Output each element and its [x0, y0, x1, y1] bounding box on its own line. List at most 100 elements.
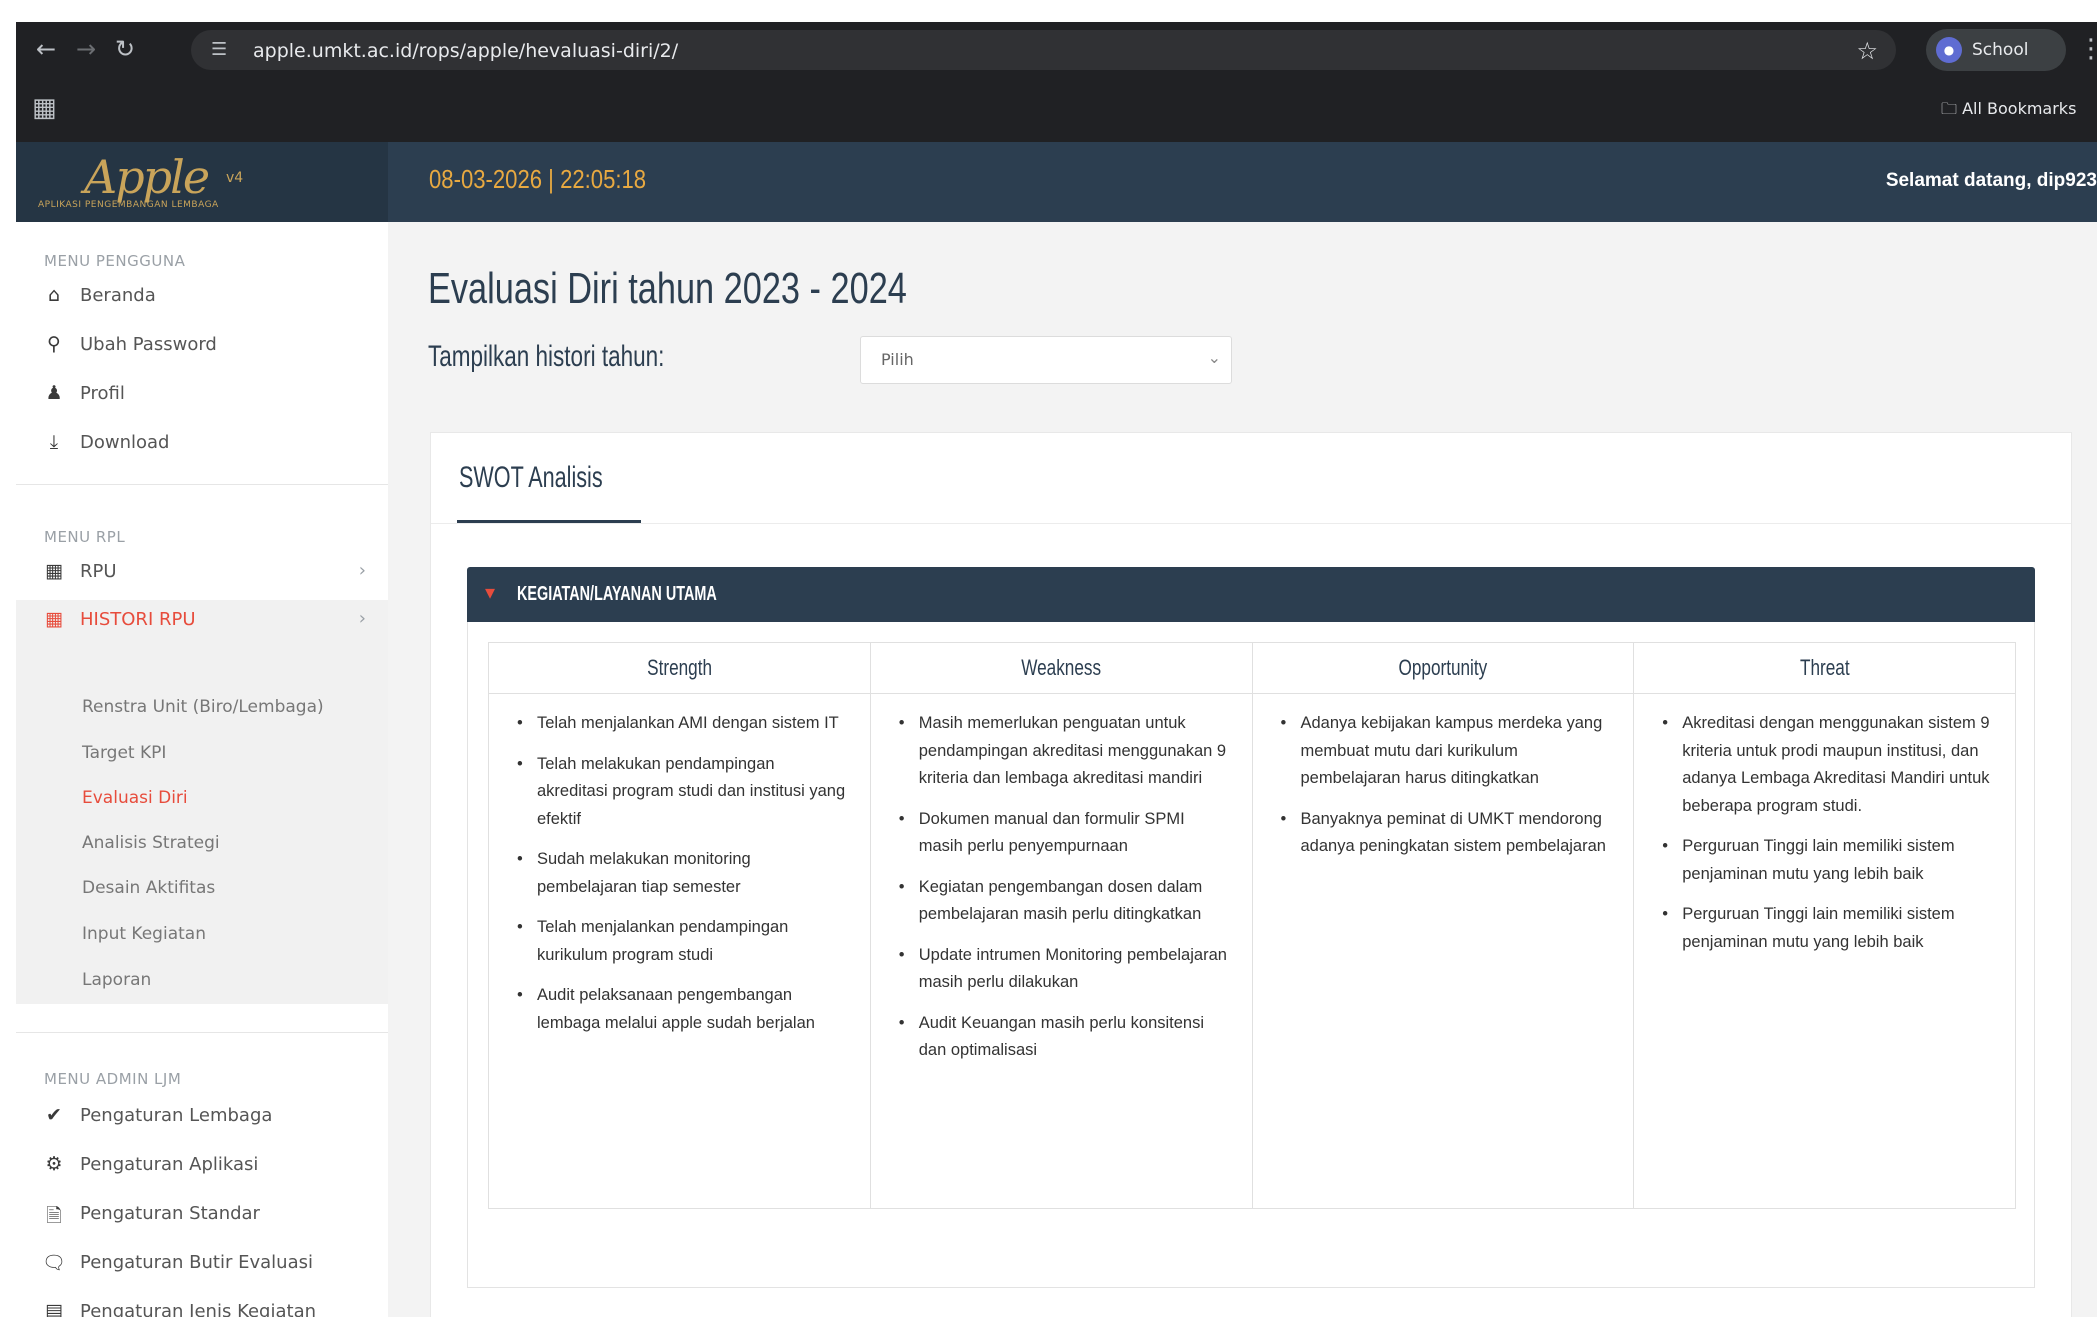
list-item: Update intrumen Monitoring pembelajaran …	[899, 942, 1232, 997]
card-divider	[431, 523, 2071, 524]
list-icon: ▤	[45, 1300, 63, 1317]
profile-label: School	[1972, 40, 2029, 60]
sidebar-item-pengaturan-lembaga[interactable]: ✔ Pengaturan Lembaga	[16, 1096, 388, 1136]
apps-grid-icon[interactable]: ▦	[32, 93, 57, 123]
list-item: Sudah melakukan monitoring pembelajaran …	[517, 846, 850, 901]
sidebar-item-label: Pengaturan Standar	[80, 1203, 260, 1224]
sidebar-item-label: Ubah Password	[80, 334, 217, 355]
sidebar-divider	[16, 1032, 388, 1033]
forward-icon[interactable]: →	[76, 36, 96, 62]
swot-header-label: Threat	[1799, 655, 1850, 680]
back-icon[interactable]: ←	[36, 36, 56, 62]
profile-button[interactable]: ● School	[1926, 29, 2066, 71]
list-item: Banyaknya peminat di UMKT mendorong adan…	[1281, 806, 1614, 861]
swot-list: Telah menjalankan AMI dengan sistem IT T…	[489, 694, 870, 1037]
url-text[interactable]: apple.umkt.ac.id/rops/apple/hevaluasi-di…	[253, 40, 678, 62]
history-year-select[interactable]: Pilih ⌄	[860, 336, 1232, 384]
accordion-header-kegiatan[interactable]: ▾ KEGIATAN/LAYANAN UTAMA	[467, 567, 2035, 622]
list-item: Telah menjalankan pendampingan kurikulum…	[517, 914, 850, 969]
home-icon: ⌂	[47, 284, 61, 306]
bookmark-star-icon[interactable]: ☆	[1856, 37, 1878, 65]
submenu-renstra-unit[interactable]: Renstra Unit (Biro/Lembaga)	[82, 697, 324, 717]
chevron-right-icon: ›	[358, 608, 366, 629]
sidebar-item-label: RPU	[80, 561, 117, 582]
browser-menu-icon[interactable]: ⋮	[2078, 34, 2097, 64]
list-item: Dokumen manual dan formulir SPMI masih p…	[899, 806, 1232, 861]
select-value: Pilih	[881, 350, 914, 369]
accordion-body: Strength Telah menjalankan AMI dengan si…	[467, 622, 2035, 1288]
check-icon: ✔	[46, 1104, 62, 1126]
swot-list: Adanya kebijakan kampus merdeka yang mem…	[1253, 694, 1634, 861]
accordion-title: KEGIATAN/LAYANAN UTAMA	[517, 583, 717, 605]
list-item: Telah melakukan pendampingan akreditasi …	[517, 751, 850, 834]
sidebar: MENU PENGGUNA ⌂ Beranda ⚲ Ubah Password …	[16, 222, 391, 1317]
swot-column-threat: Threat Akreditasi dengan menggunakan sis…	[1634, 643, 2015, 1208]
main-content: Evaluasi Diri tahun 2023 - 2024 Tampilka…	[388, 222, 2097, 1317]
menu-heading-rpl: MENU RPL	[44, 528, 126, 546]
site-info-icon[interactable]: ☰	[211, 39, 227, 60]
sidebar-item-pengaturan-standar[interactable]: 🗎 Pengaturan Standar	[16, 1194, 388, 1234]
sidebar-item-pengaturan-jenis-kegiatan[interactable]: ▤ Pengaturan Jenis Kegiatan	[16, 1292, 388, 1317]
sidebar-item-label: Pengaturan Butir Evaluasi	[80, 1252, 313, 1273]
swot-header: Strength	[489, 643, 870, 694]
sidebar-item-label: Beranda	[80, 285, 156, 306]
list-item: Telah menjalankan AMI dengan sistem IT	[517, 710, 850, 738]
history-year-label: Tampilkan histori tahun:	[428, 340, 665, 373]
submenu-input-kegiatan[interactable]: Input Kegiatan	[82, 924, 206, 944]
sidebar-item-download[interactable]: ⤓ Download	[16, 423, 388, 463]
swot-column-opportunity: Opportunity Adanya kebijakan kampus merd…	[1252, 643, 1635, 1208]
file-icon: 🗎	[46, 1205, 62, 1227]
swot-card: SWOT Analisis ▾ KEGIATAN/LAYANAN UTAMA S…	[430, 432, 2072, 1317]
sidebar-item-pengaturan-butir-evaluasi[interactable]: 🗨 Pengaturan Butir Evaluasi	[16, 1243, 388, 1283]
submenu-analisis-strategi[interactable]: Analisis Strategi	[82, 833, 220, 853]
address-bar[interactable]: ☰ apple.umkt.ac.id/rops/apple/hevaluasi-…	[191, 30, 1896, 70]
submenu-panel	[16, 637, 388, 1004]
chevron-down-icon: ⌄	[1207, 348, 1221, 367]
sidebar-item-ubah-password[interactable]: ⚲ Ubah Password	[16, 325, 388, 365]
swot-header: Threat	[1634, 643, 2015, 694]
sidebar-item-beranda[interactable]: ⌂ Beranda	[16, 276, 388, 316]
submenu-laporan[interactable]: Laporan	[82, 970, 151, 990]
bookmarks-bar: ▦ 🗀 All Bookmarks	[16, 77, 2097, 142]
all-bookmarks-button[interactable]: 🗀 All Bookmarks	[1941, 98, 2076, 125]
brand-logo[interactable]: Apple v4 APLIKASI PENGEMBANGAN LEMBAGA	[16, 142, 388, 222]
app-header: Apple v4 APLIKASI PENGEMBANGAN LEMBAGA 0…	[16, 142, 2097, 222]
submenu-evaluasi-diri[interactable]: Evaluasi Diri	[82, 788, 188, 808]
swot-list: Masih memerlukan penguatan untuk pendamp…	[871, 694, 1252, 1065]
list-item: Kegiatan pengembangan dosen dalam pembel…	[899, 874, 1232, 929]
sidebar-item-label: Pengaturan Aplikasi	[80, 1154, 259, 1175]
sidebar-item-rpu[interactable]: ▦ RPU ›	[16, 552, 388, 592]
sidebar-item-histori-rpu[interactable]: ▦ HISTORI RPU ›	[16, 600, 391, 640]
profile-avatar: ●	[1936, 37, 1962, 63]
sidebar-item-profil[interactable]: ♟ Profil	[16, 374, 388, 414]
page-title: Evaluasi Diri tahun 2023 - 2024	[428, 264, 907, 313]
list-item: Audit pelaksanaan pengembangan lembaga m…	[517, 982, 850, 1037]
swot-header-label: Weakness	[1021, 655, 1102, 680]
sidebar-item-label: Pengaturan Lembaga	[80, 1105, 273, 1126]
header-datetime: 08-03-2026 | 22:05:18	[429, 164, 647, 194]
submenu-desain-aktifitas[interactable]: Desain Aktifitas	[82, 878, 215, 898]
sidebar-divider	[16, 484, 388, 485]
list-item: Perguruan Tinggi lain memiliki sistem pe…	[1662, 901, 1995, 956]
list-item: Perguruan Tinggi lain memiliki sistem pe…	[1662, 833, 1995, 888]
calendar-icon: ▦	[45, 560, 63, 582]
comment-icon: 🗨	[42, 1252, 67, 1274]
list-item: Adanya kebijakan kampus merdeka yang mem…	[1281, 710, 1614, 793]
key-icon: ⚲	[47, 333, 61, 355]
tab-swot-analisis[interactable]: SWOT Analisis	[459, 461, 603, 495]
browser-window: ← → ↻ ☰ apple.umkt.ac.id/rops/apple/heva…	[16, 22, 2097, 1317]
swot-header: Weakness	[870, 643, 1252, 694]
sidebar-item-pengaturan-aplikasi[interactable]: ⚙ Pengaturan Aplikasi	[16, 1145, 388, 1185]
caret-down-icon: ▾	[485, 580, 496, 604]
swot-column-weakness: Weakness Masih memerlukan penguatan untu…	[870, 643, 1253, 1208]
sidebar-item-label: Profil	[80, 383, 125, 404]
chevron-right-icon: ›	[358, 560, 366, 581]
sidebar-item-label: Pengaturan Jenis Kegiatan	[80, 1301, 317, 1317]
welcome-text[interactable]: Selamat datang, dip923	[1886, 170, 2097, 192]
all-bookmarks-label: All Bookmarks	[1962, 99, 2077, 118]
list-item: Audit Keuangan masih perlu konsitensi da…	[899, 1010, 1232, 1065]
submenu-target-kpi[interactable]: Target KPI	[82, 743, 166, 763]
reload-icon[interactable]: ↻	[115, 36, 135, 62]
menu-heading-admin: MENU ADMIN LJM	[44, 1070, 182, 1088]
swot-list: Akreditasi dengan menggunakan sistem 9 k…	[1634, 694, 2015, 956]
